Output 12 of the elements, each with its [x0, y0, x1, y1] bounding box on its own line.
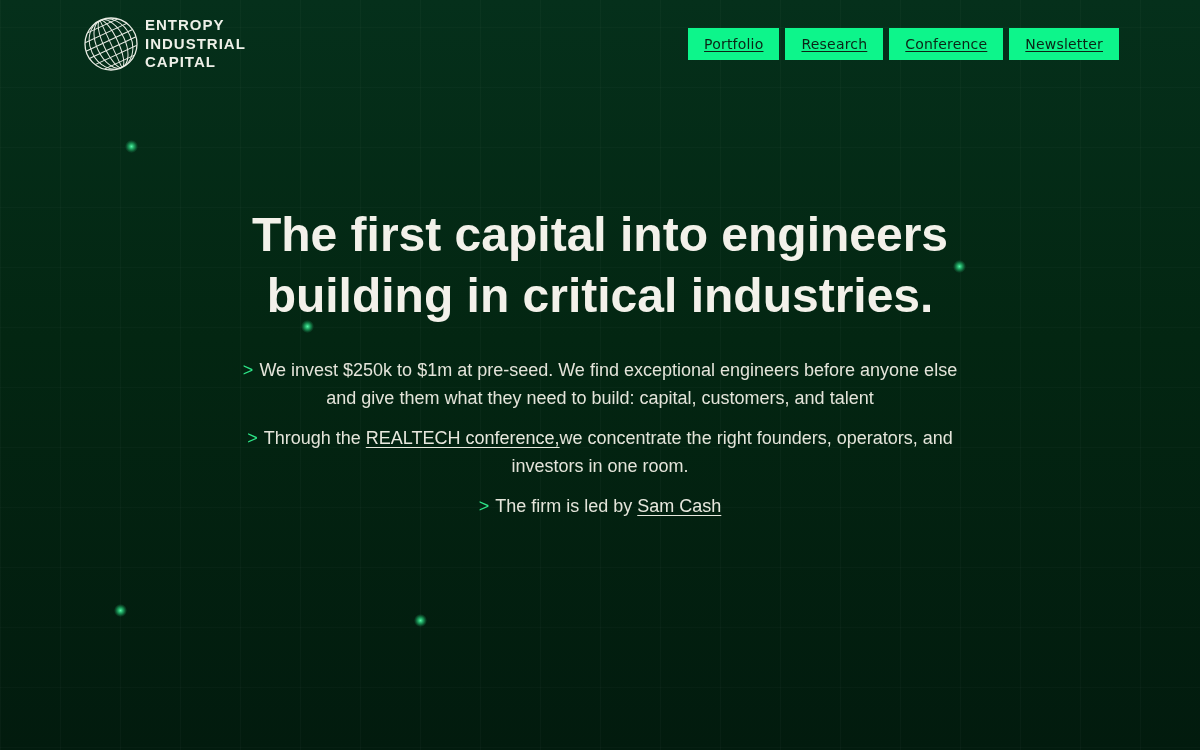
intro-paragraph: > Through the REALTECH conference,we concentrate the right founders, operators, and investors in one room. [246, 427, 954, 478]
nav-button[interactable]: Conference [889, 28, 1004, 60]
hero-heading: The first capital into engineers building in critical industries. [250, 207, 950, 324]
globe-icon [83, 16, 139, 72]
nav-button[interactable]: Portfolio [688, 28, 780, 60]
intro-paragraph: > We invest $250k to $1m at pre-seed. We find exceptional engineers before anyone else and give them what they need to build: capital, customers, and talent [241, 359, 959, 410]
nav-button[interactable]: Newsletter [1009, 28, 1119, 60]
nav-button[interactable]: Research [785, 28, 884, 60]
logo-wordmark: ENTROPY INDUSTRIAL CAPITAL [145, 16, 246, 72]
text-link[interactable]: Sam Cash [637, 496, 722, 516]
intro-paragraph: > The firm is led by Sam Cash [478, 495, 722, 518]
text-link[interactable]: REALTECH conference, [365, 428, 560, 448]
